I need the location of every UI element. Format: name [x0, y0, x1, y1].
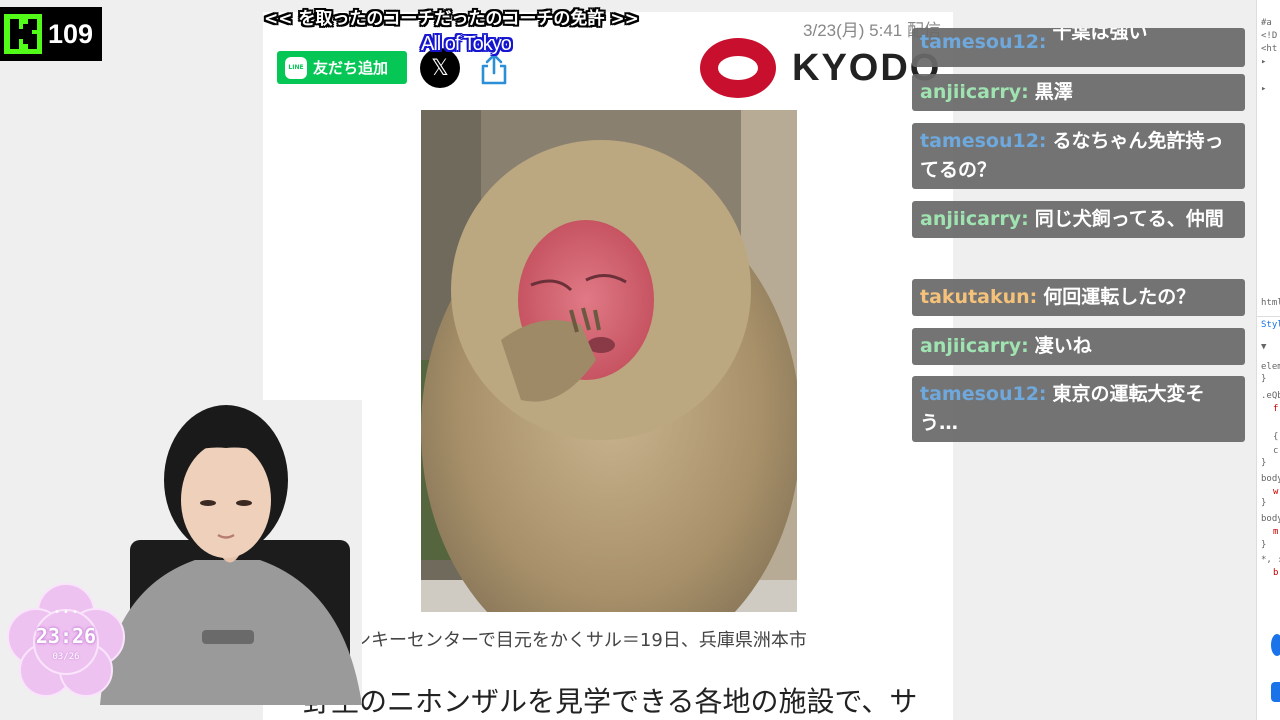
devtools-line: } — [1261, 458, 1267, 468]
chat-message: takutakun: 何回運転したの？ — [912, 279, 1245, 316]
subtitle-overlay: << を取ったのコーチだったのコーチの免許 >> — [264, 9, 639, 29]
chat-username: anjiicarry: — [920, 335, 1029, 357]
chat-message: anjiicarry: 黒澤 — [912, 74, 1245, 111]
devtools-styles-tab[interactable]: Styl — [1261, 320, 1280, 330]
devtools-line: body — [1261, 474, 1280, 484]
share-icon — [481, 53, 507, 85]
devtools-line: elem — [1261, 362, 1280, 372]
devtools-line: <!D — [1261, 31, 1278, 41]
line-add-friend-button[interactable]: LINE 友だち追加 — [277, 51, 407, 84]
chat-username: takutakun: — [920, 286, 1038, 308]
devtools-panel[interactable]: #a <!D <ht ▸ ▸ html Styl ▼ elem } .eQb f… — [1256, 0, 1280, 720]
devtools-line: ▸ — [1261, 84, 1267, 94]
devtools-icon[interactable] — [1271, 634, 1280, 656]
share-button[interactable] — [479, 52, 509, 86]
devtools-line: .eQb — [1261, 391, 1280, 401]
chat-username: tamesou12: — [920, 31, 1047, 53]
devtools-line: f — [1273, 404, 1279, 414]
devtools-filter-icon[interactable]: ▼ — [1261, 342, 1266, 352]
chat-text: 同じ犬飼ってる、仲間 — [1034, 208, 1224, 230]
kick-viewer-badge: 109 — [0, 7, 102, 61]
clock-time: 23:26 — [35, 624, 97, 648]
clock-dots: • • • — [53, 607, 79, 618]
devtools-line: } — [1261, 498, 1267, 508]
devtools-line: html — [1261, 298, 1280, 308]
viewer-count: 109 — [48, 18, 94, 49]
chat-username: tamesou12: — [920, 130, 1047, 152]
clock-date: 03/26 — [52, 652, 80, 662]
chat-text: 凄いね — [1034, 335, 1092, 357]
line-button-label: 友だち追加 — [313, 59, 389, 77]
chat-text: 千葉は強い — [1052, 28, 1148, 43]
devtools-line: #a — [1261, 18, 1272, 28]
chat-text: 黒澤 — [1034, 81, 1073, 103]
devtools-line: *, : — [1261, 555, 1280, 565]
clock-overlay: • • • 23:26 03/26 — [6, 582, 126, 700]
line-icon: LINE — [285, 56, 307, 79]
photo-caption: ンキーセンターで目元をかくサル＝19日、兵庫県洲本市 — [353, 630, 807, 651]
chat-message: anjiicarry: 凄いね — [912, 328, 1245, 365]
x-icon: 𝕏 — [431, 55, 449, 81]
chat-username: anjiicarry: — [920, 81, 1029, 103]
kick-logo-icon — [4, 14, 42, 54]
devtools-line: { — [1273, 432, 1279, 442]
news-article-page: 3/23(月) 5:41 配信 LINE 友だち追加 𝕏 KYODO ンキーセン… — [263, 12, 953, 720]
devtools-line: } — [1261, 374, 1267, 384]
subtitle-secondary: All of Tokyo — [421, 33, 512, 55]
chat-message: tamesou12: 東京の運転大変そう… — [912, 376, 1245, 442]
chat-message: anjiicarry: 同じ犬飼ってる、仲間 — [912, 201, 1245, 238]
chat-message: tamesou12: 千葉は強い — [912, 28, 1245, 67]
devtools-line: m — [1273, 527, 1279, 537]
chat-username: tamesou12: — [920, 383, 1047, 405]
chat-text: 何回運転したの？ — [1043, 286, 1196, 308]
devtools-line: <ht — [1261, 44, 1278, 54]
chat-message: tamesou12: るなちゃん免許持ってるの？ — [912, 123, 1245, 189]
kyodo-logo: KYODO — [700, 38, 941, 98]
devtools-icon[interactable] — [1271, 682, 1280, 702]
devtools-line: body — [1261, 514, 1280, 524]
devtools-line: b — [1273, 568, 1279, 578]
devtools-line: ▸ — [1261, 57, 1267, 67]
kyodo-emblem-icon — [700, 38, 776, 98]
article-body-text: 野生のニホンザルを見学できる各地の施設で、サ — [303, 685, 918, 718]
chat-username: anjiicarry: — [920, 208, 1029, 230]
devtools-line: } — [1261, 540, 1267, 550]
streamer-webcam — [100, 400, 362, 705]
devtools-line: w — [1273, 487, 1279, 497]
devtools-line: c — [1273, 446, 1279, 456]
article-photo-monkey — [421, 110, 797, 612]
